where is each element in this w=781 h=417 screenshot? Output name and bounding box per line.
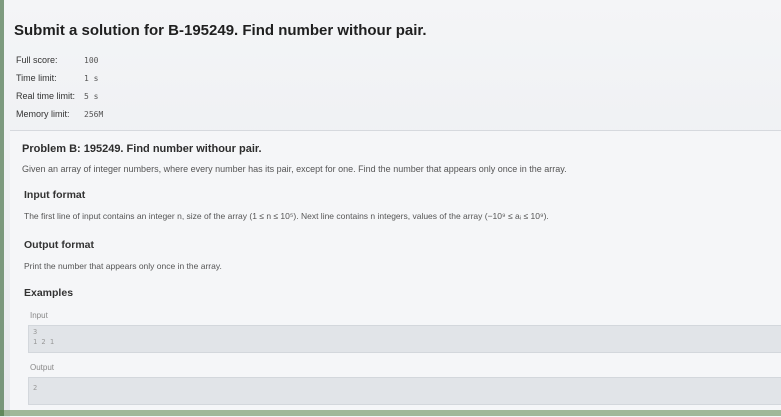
example-output-label: Output xyxy=(30,363,55,372)
memory-limit-value: 256M xyxy=(84,109,104,119)
example-input-line: 1 2 1 xyxy=(33,338,55,346)
full-score-value: 100 xyxy=(84,55,99,65)
example-input-label: Input xyxy=(30,311,48,320)
real-time-limit-value: 5 s xyxy=(84,91,99,101)
time-limit-value: 1 s xyxy=(84,73,99,83)
page: Submit a solution for B-195249. Find num… xyxy=(0,0,781,417)
problem-title: Problem B: 195249. Find number withour p… xyxy=(22,143,262,155)
problem-limits: Full score: 100 Time limit: 1 s Real tim… xyxy=(16,51,103,123)
time-limit-label: Time limit: xyxy=(16,73,57,83)
examples-heading: Examples xyxy=(24,287,74,299)
example-output-box[interactable]: 2 xyxy=(28,377,781,405)
page-title: Submit a solution for B-195249. Find num… xyxy=(14,22,427,39)
time-limit-row: Time limit: 1 s xyxy=(16,69,103,87)
left-edge-bar xyxy=(0,0,4,416)
real-time-limit-row: Real time limit: 5 s xyxy=(16,87,103,105)
memory-limit-label: Memory limit: xyxy=(16,109,70,119)
output-format-text: Print the number that appears only once … xyxy=(24,261,222,271)
example-output-line: 2 xyxy=(33,384,38,392)
output-format-heading: Output format xyxy=(24,239,94,251)
example-input-box[interactable]: 3 1 2 1 xyxy=(28,325,781,353)
full-score-label: Full score: xyxy=(16,55,58,65)
problem-statement: Problem B: 195249. Find number withour p… xyxy=(10,130,781,417)
bottom-strip xyxy=(0,410,781,416)
memory-limit-row: Memory limit: 256M xyxy=(16,105,103,123)
input-format-text: The first line of input contains an inte… xyxy=(24,211,549,221)
real-time-limit-label: Real time limit: xyxy=(16,91,76,101)
example-input-line: 3 xyxy=(33,328,38,336)
problem-description: Given an array of integer numbers, where… xyxy=(22,164,567,174)
input-format-heading: Input format xyxy=(24,189,86,201)
full-score-row: Full score: 100 xyxy=(16,51,103,69)
